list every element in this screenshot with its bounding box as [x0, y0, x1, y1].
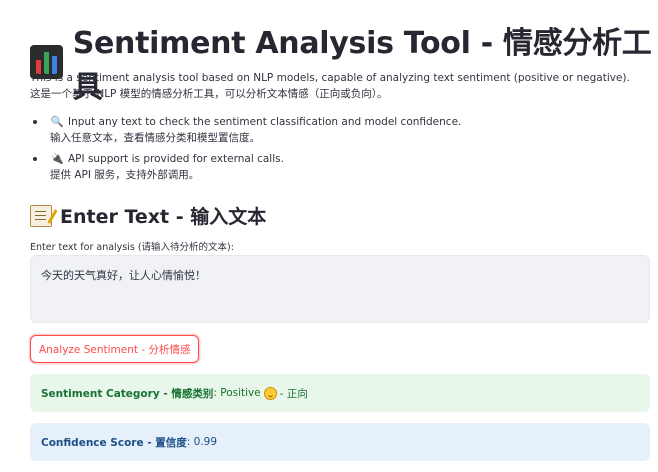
analyze-sentiment-button[interactable]: Analyze Sentiment - 分析情感: [30, 335, 200, 363]
input-section-heading: Enter Text - 输入文本: [30, 202, 266, 229]
confidence-score-result: Confidence Score - 置信度: 0.99: [30, 423, 650, 461]
app-page: Sentiment Analysis Tool - 情感分析工具 This is…: [0, 0, 658, 472]
plug-icon: 🔌: [50, 153, 64, 165]
feature-list: 🔍 Input any text to check the sentiment c…: [30, 114, 640, 188]
feature-item-api: 🔌 API support is provided for external ca…: [30, 151, 640, 183]
smiling-face-icon: [263, 386, 277, 400]
feature-item-input: 🔍 Input any text to check the sentiment c…: [30, 114, 640, 146]
confidence-score-label: Confidence Score - 置信度: [41, 436, 187, 449]
feature-text-zh: 提供 API 服务，支持外部调用。: [50, 169, 200, 181]
feature-text-en: Input any text to check the sentiment cl…: [68, 116, 462, 128]
intro-english: This is a sentiment analysis tool based …: [30, 72, 630, 84]
confidence-score-value: 0.99: [193, 436, 218, 448]
feature-text-zh: 输入任意文本，查看情感分类和模型置信度。: [50, 132, 260, 144]
sentiment-category-label: Sentiment Category - 情感类别: [41, 387, 214, 400]
section-heading-text: Enter Text - 输入文本: [60, 206, 267, 228]
magnifier-icon: 🔍: [50, 116, 64, 128]
intro-text: This is a sentiment analysis tool based …: [30, 70, 640, 102]
intro-chinese: 这是一个基于 NLP 模型的情感分析工具，可以分析文本情感（正向或负向）。: [30, 88, 388, 100]
text-input-label: Enter text for analysis (请输入待分析的文本):: [30, 242, 234, 253]
memo-icon: [30, 204, 58, 227]
sentiment-category-result: Sentiment Category - 情感类别: Positive - 正向: [30, 374, 650, 412]
sentiment-category-zh: - 正向: [279, 387, 308, 400]
sentiment-category-value: Positive: [220, 387, 261, 399]
feature-text-en: API support is provided for external cal…: [68, 153, 284, 165]
text-input-area[interactable]: 今天的天气真好，让人心情愉悦！: [30, 255, 650, 323]
